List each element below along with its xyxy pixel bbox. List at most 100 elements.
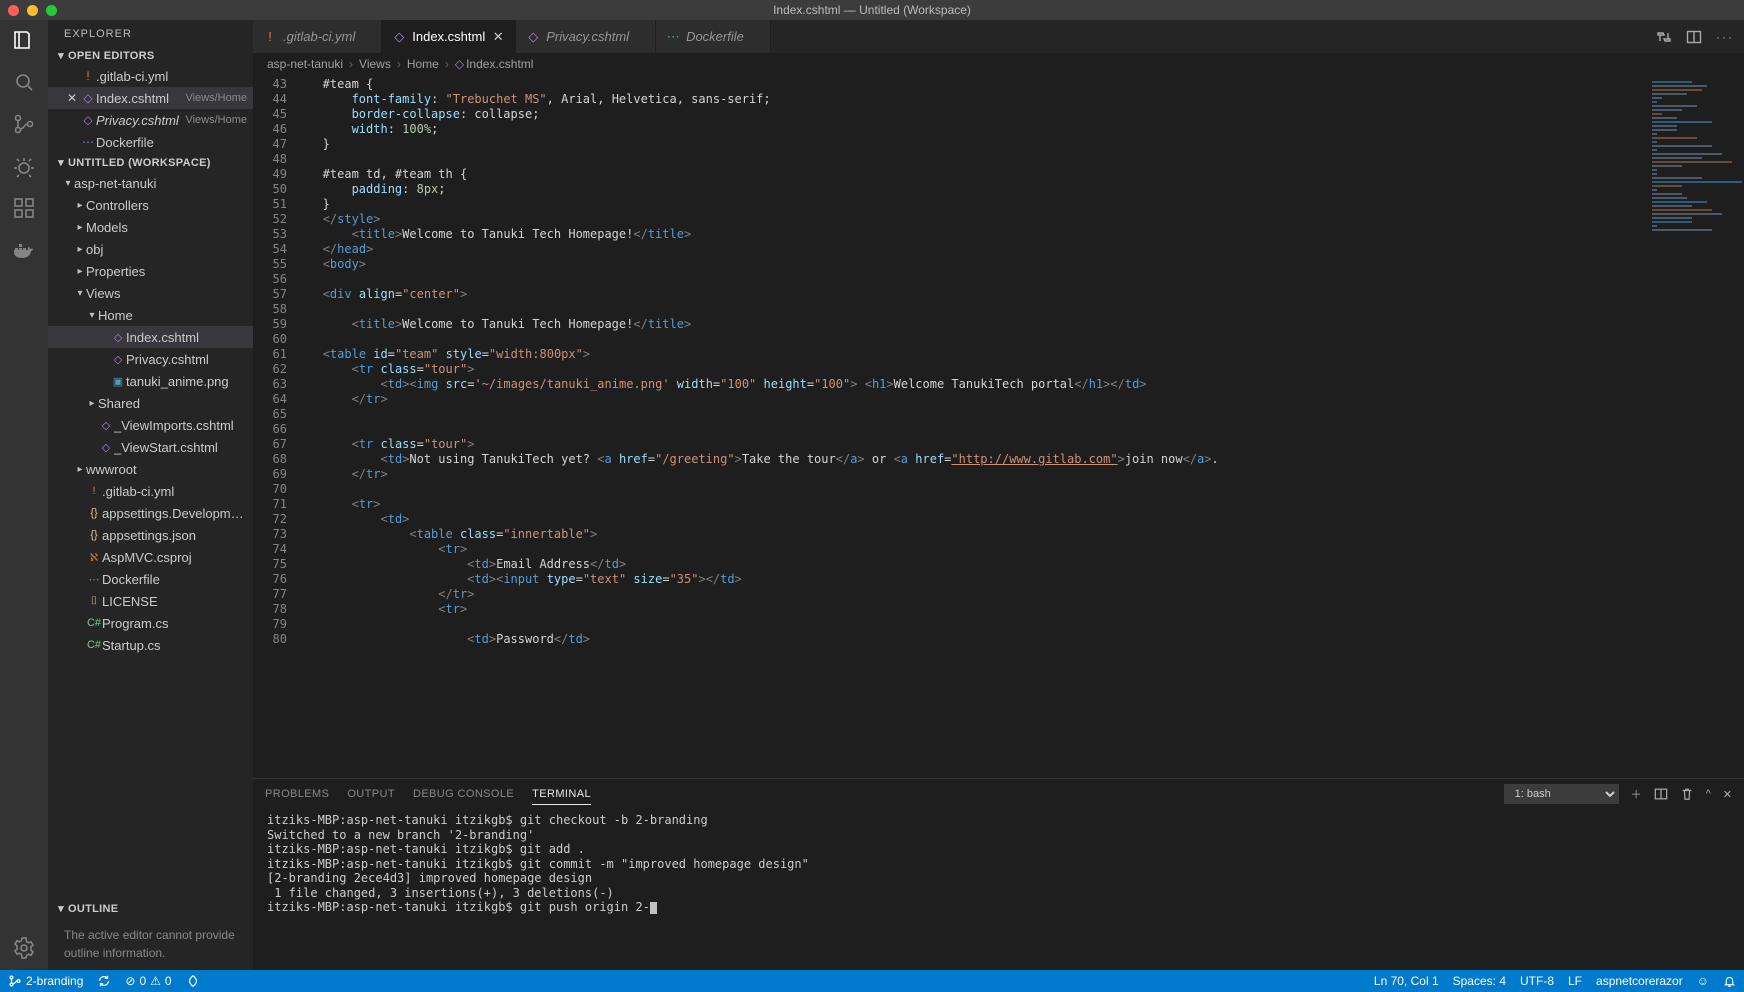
status-ln-col[interactable]: Ln 70, Col 1 xyxy=(1374,974,1439,988)
split-editor-icon[interactable] xyxy=(1686,29,1702,45)
new-terminal-icon[interactable]: ＋ xyxy=(1631,786,1642,802)
terminal-shell-selector[interactable]: 1: bash xyxy=(1504,784,1619,804)
tree-folder[interactable]: ▾asp-net-tanuki xyxy=(48,172,253,194)
tree-item-label: Startup.cs xyxy=(102,638,247,653)
chevron-icon: ▾ xyxy=(86,310,98,321)
tree-file[interactable]: ◇_ViewImports.cshtml xyxy=(48,414,253,436)
status-encoding[interactable]: UTF-8 xyxy=(1520,974,1554,988)
kill-terminal-icon[interactable] xyxy=(1680,787,1694,801)
window-maximize-icon[interactable] xyxy=(46,5,57,16)
docker-icon[interactable] xyxy=(12,238,36,262)
file-type-icon: ◇ xyxy=(110,353,126,366)
close-tab-icon[interactable]: ✕ xyxy=(491,29,505,45)
tree-folder[interactable]: ▾Views xyxy=(48,282,253,304)
sidebar-explorer: EXPLORER ▾ OPEN EDITORS !.gitlab-ci.yml✕… xyxy=(48,20,253,970)
status-spaces[interactable]: Spaces: 4 xyxy=(1453,974,1506,988)
workspace-header[interactable]: ▾ UNTITLED (WORKSPACE) xyxy=(48,153,253,172)
open-editor-label: .gitlab-ci.yml xyxy=(96,69,247,84)
activity-bar xyxy=(0,20,48,970)
status-feedback-icon[interactable]: ☺ xyxy=(1697,974,1709,988)
status-sync[interactable] xyxy=(97,974,111,988)
search-icon[interactable] xyxy=(12,70,36,94)
open-editor-item[interactable]: ✕◇Index.cshtml Views/Home xyxy=(48,87,253,109)
tree-item-label: LICENSE xyxy=(102,594,247,609)
file-type-icon: {} xyxy=(86,507,102,519)
open-editor-item[interactable]: ◇Privacy.cshtml Views/Home xyxy=(48,109,253,131)
more-actions-icon[interactable]: ··· xyxy=(1716,30,1734,44)
open-editor-item[interactable]: ⋯Dockerfile xyxy=(48,131,253,153)
tree-folder[interactable]: ▾Home xyxy=(48,304,253,326)
source-control-icon[interactable] xyxy=(12,112,36,136)
breadcrumb-segment[interactable]: Index.cshtml xyxy=(466,57,533,71)
tree-file[interactable]: {}appsettings.json xyxy=(48,524,253,546)
editor-tabs: !.gitlab-ci.yml◇Index.cshtml✕◇Privacy.cs… xyxy=(253,20,1744,53)
tree-file[interactable]: !.gitlab-ci.yml xyxy=(48,480,253,502)
chevron-down-icon: ▾ xyxy=(54,902,68,915)
panel-tab-terminal[interactable]: TERMINAL xyxy=(532,788,591,805)
open-editor-label: Privacy.cshtml xyxy=(96,113,182,128)
status-language[interactable]: aspnetcorerazor xyxy=(1596,974,1683,988)
editor-tab[interactable]: ◇Index.cshtml✕ xyxy=(382,20,516,53)
status-eol[interactable]: LF xyxy=(1568,974,1582,988)
window-minimize-icon[interactable] xyxy=(27,5,38,16)
status-bell-icon[interactable] xyxy=(1723,975,1736,988)
tree-file[interactable]: C#Program.cs xyxy=(48,612,253,634)
terminal[interactable]: itziks-MBP:asp-net-tanuki itzikgb$ git c… xyxy=(253,809,1744,970)
editor-tab[interactable]: ⋯Dockerfile xyxy=(656,20,771,53)
tree-folder[interactable]: ▸obj xyxy=(48,238,253,260)
file-type-icon: ◇ xyxy=(110,331,126,344)
breadcrumb-segment[interactable]: Home xyxy=(407,57,439,71)
split-terminal-icon[interactable] xyxy=(1654,787,1668,801)
extensions-icon[interactable] xyxy=(12,196,36,220)
status-problems[interactable]: ⊘0 ⚠0 xyxy=(125,974,171,988)
panel-tab-output[interactable]: OUTPUT xyxy=(347,788,395,800)
tree-file[interactable]: ◇Index.cshtml xyxy=(48,326,253,348)
tree-file[interactable]: {}appsettings.Development.json xyxy=(48,502,253,524)
close-icon[interactable]: ✕ xyxy=(64,91,80,105)
tree-file[interactable]: ⋯Dockerfile xyxy=(48,568,253,590)
breadcrumb[interactable]: asp-net-tanuki›Views›Home›◇ Index.cshtml xyxy=(253,53,1744,75)
tree-folder[interactable]: ▸Controllers xyxy=(48,194,253,216)
panel-tab-debug-console[interactable]: DEBUG CONSOLE xyxy=(413,788,514,800)
breadcrumb-segment[interactable]: asp-net-tanuki xyxy=(267,57,343,71)
workspace-label: UNTITLED (WORKSPACE) xyxy=(68,157,211,169)
tree-item-label: tanuki_anime.png xyxy=(126,374,247,389)
tree-item-label: Dockerfile xyxy=(102,572,247,587)
tree-file[interactable]: ◇Privacy.cshtml xyxy=(48,348,253,370)
open-editor-item[interactable]: !.gitlab-ci.yml xyxy=(48,65,253,87)
open-editors-header[interactable]: ▾ OPEN EDITORS xyxy=(48,46,253,65)
tree-item-label: Index.cshtml xyxy=(126,330,247,345)
breadcrumb-segment[interactable]: Views xyxy=(359,57,391,71)
editor-tab[interactable]: !.gitlab-ci.yml xyxy=(253,20,382,53)
window-title: Index.cshtml — Untitled (Workspace) xyxy=(0,3,1744,17)
explorer-icon[interactable] xyxy=(12,28,36,52)
chevron-icon: ▸ xyxy=(74,200,86,211)
close-panel-icon[interactable]: ✕ xyxy=(1723,788,1732,801)
tree-folder[interactable]: ▸Properties xyxy=(48,260,253,282)
status-branch[interactable]: 2-branding xyxy=(8,974,83,988)
settings-gear-icon[interactable] xyxy=(12,936,36,960)
debug-icon[interactable] xyxy=(12,154,36,178)
file-type-icon: ◇ xyxy=(98,441,114,454)
tree-file[interactable]: ⌷LICENSE xyxy=(48,590,253,612)
outline-header[interactable]: ▾ OUTLINE xyxy=(48,899,253,918)
compare-icon[interactable] xyxy=(1656,29,1672,45)
tree-folder[interactable]: ▸Shared xyxy=(48,392,253,414)
tree-folder[interactable]: ▸Models xyxy=(48,216,253,238)
tree-item-label: Shared xyxy=(98,396,247,411)
editor-tab[interactable]: ◇Privacy.cshtml xyxy=(516,20,656,53)
code-editor[interactable]: 43 44 45 46 47 48 49 50 51 52 53 54 55 5… xyxy=(253,75,1648,778)
status-live-share[interactable] xyxy=(186,974,200,988)
file-type-icon: C# xyxy=(86,617,102,629)
tree-file[interactable]: C#Startup.cs xyxy=(48,634,253,656)
maximize-panel-icon[interactable]: ^ xyxy=(1706,788,1711,800)
status-bar: 2-branding ⊘0 ⚠0 Ln 70, Col 1 Spaces: 4 … xyxy=(0,970,1744,992)
tree-folder[interactable]: ▸wwwroot xyxy=(48,458,253,480)
tree-file[interactable]: ◇_ViewStart.cshtml xyxy=(48,436,253,458)
minimap[interactable] xyxy=(1648,75,1744,778)
window-close-icon[interactable] xyxy=(8,5,19,16)
panel-tab-problems[interactable]: PROBLEMS xyxy=(265,788,329,800)
tree-file[interactable]: ℵAspMVC.csproj xyxy=(48,546,253,568)
tab-label: .gitlab-ci.yml xyxy=(283,29,355,44)
tree-file[interactable]: ▣tanuki_anime.png xyxy=(48,370,253,392)
